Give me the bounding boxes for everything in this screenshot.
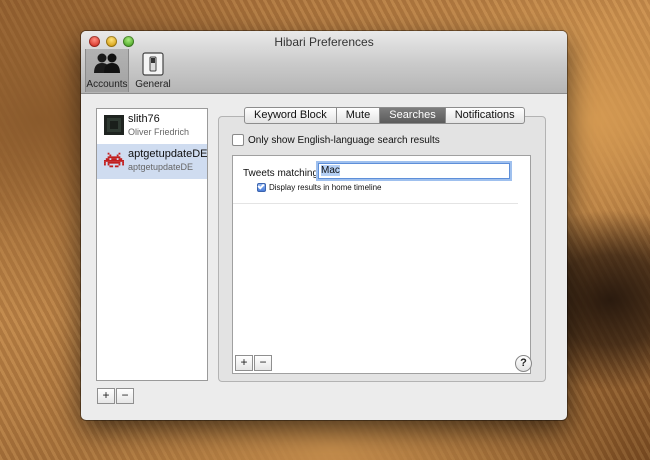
account-subtitle: aptgetupdateDE bbox=[128, 162, 194, 172]
account-name: aptgetupdateDE bbox=[128, 148, 208, 160]
preferences-window: Hibari Preferences Accounts General slit… bbox=[81, 31, 567, 420]
searches-list: Tweets matching Mac Display results in h… bbox=[232, 155, 531, 374]
toolbar-general[interactable]: General bbox=[131, 49, 175, 92]
help-button[interactable]: ? bbox=[515, 355, 532, 372]
display-in-home-checkbox[interactable] bbox=[257, 183, 266, 193]
account-name: slith76 bbox=[128, 113, 160, 125]
add-search-button[interactable]: + bbox=[235, 355, 253, 371]
account-item[interactable]: slith76 Oliver Friedrich bbox=[97, 109, 207, 144]
accounts-list: slith76 Oliver Friedrich aptgetupdateDE … bbox=[96, 108, 208, 381]
display-in-home-label: Display results in home timeline bbox=[269, 183, 382, 193]
english-only-checkbox[interactable] bbox=[232, 134, 244, 146]
account-subtitle: Oliver Friedrich bbox=[128, 127, 190, 137]
tweets-matching-value: Mac bbox=[321, 165, 340, 176]
english-only-option[interactable]: Only show English-language search result… bbox=[232, 134, 440, 146]
toolbar-accounts[interactable]: Accounts bbox=[85, 49, 129, 92]
title-bar: Hibari Preferences Accounts General bbox=[81, 31, 567, 94]
tweets-matching-input[interactable]: Mac bbox=[318, 163, 510, 179]
tab-searches[interactable]: Searches bbox=[380, 107, 446, 124]
tab-bar: Keyword Block Mute Searches Notification… bbox=[244, 107, 525, 124]
tweets-matching-label: Tweets matching bbox=[243, 168, 319, 179]
add-account-button[interactable]: + bbox=[97, 388, 115, 404]
toolbar-general-label: General bbox=[135, 79, 171, 90]
english-only-label: Only show English-language search result… bbox=[248, 134, 440, 146]
toolbar-accounts-label: Accounts bbox=[86, 79, 128, 90]
account-item[interactable]: aptgetupdateDE aptgetupdateDE bbox=[97, 144, 208, 179]
display-in-home-option[interactable]: Display results in home timeline bbox=[257, 183, 382, 193]
tab-mute[interactable]: Mute bbox=[336, 107, 381, 124]
remove-account-button[interactable]: − bbox=[116, 388, 134, 404]
general-switch-icon bbox=[142, 52, 164, 76]
list-item: Tweets matching Mac Display results in h… bbox=[233, 156, 518, 204]
remove-search-button[interactable]: − bbox=[254, 355, 272, 371]
accounts-icon bbox=[94, 53, 120, 73]
window-title: Hibari Preferences bbox=[274, 35, 374, 49]
avatar bbox=[104, 115, 124, 135]
tab-notifications[interactable]: Notifications bbox=[445, 107, 525, 124]
tab-keyword-block[interactable]: Keyword Block bbox=[244, 107, 337, 124]
space-invader-avatar bbox=[104, 152, 124, 168]
